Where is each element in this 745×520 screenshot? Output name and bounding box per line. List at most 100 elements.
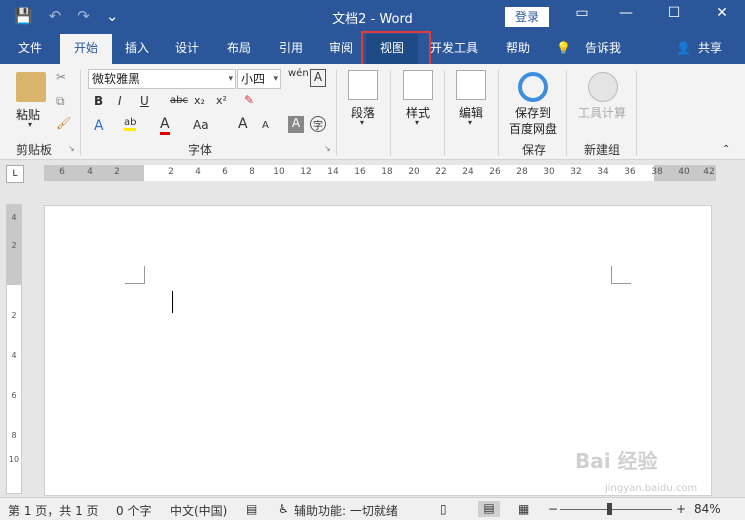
- maximize-icon[interactable]: ☐: [662, 5, 686, 21]
- ruler-tick-label: 8: [249, 167, 255, 177]
- styles-icon[interactable]: [403, 70, 433, 100]
- ruler-tick-label: 28: [516, 167, 528, 177]
- paste-dropdown-icon[interactable]: ▾: [28, 120, 32, 129]
- tool-calc-icon: [588, 72, 618, 102]
- page-count[interactable]: 第 1 页，共 1 页: [8, 502, 99, 519]
- view-tab-highlight: [361, 31, 431, 67]
- top-right-crop-mark: [611, 266, 631, 284]
- font-launcher-icon[interactable]: ↘: [324, 144, 331, 153]
- font-size-combo[interactable]: 小四 ▾: [237, 69, 281, 89]
- ribbon-display-options-icon[interactable]: ▭: [570, 5, 594, 21]
- separator: [336, 70, 337, 156]
- ruler-tick-label: 42: [703, 167, 715, 177]
- chevron-down-icon: ▾: [273, 74, 278, 84]
- chevron-down-icon: ▾: [415, 118, 420, 127]
- text-effects-icon[interactable]: A: [94, 118, 104, 134]
- close-icon[interactable]: ✕: [710, 5, 734, 21]
- baidu-watermark: Bai 经验: [575, 449, 658, 473]
- underline-button[interactable]: U: [140, 94, 149, 108]
- zoom-out-icon[interactable]: −: [548, 502, 558, 516]
- save-group-label: 保存: [521, 143, 546, 157]
- tab-selector-icon[interactable]: L: [6, 165, 24, 183]
- subscript-button[interactable]: x₂: [194, 94, 205, 107]
- lightbulb-icon: 💡: [556, 41, 571, 55]
- save-to-label[interactable]: 保存到: [515, 104, 551, 121]
- ruler-tick-label: 12: [300, 167, 312, 177]
- vruler-tick-label: 4: [11, 213, 17, 222]
- char-shading-icon[interactable]: A: [288, 116, 304, 133]
- bold-button[interactable]: B: [94, 94, 103, 108]
- tab-developer[interactable]: 开发工具: [424, 34, 484, 64]
- word-count[interactable]: 0 个字: [116, 502, 151, 519]
- ruler-tick-label: 6: [222, 167, 228, 177]
- paste-icon[interactable]: [16, 72, 46, 102]
- zoom-slider[interactable]: [560, 509, 672, 510]
- grow-font-button[interactable]: A: [238, 116, 248, 132]
- enclose-char-icon[interactable]: 字: [310, 116, 326, 132]
- italic-button[interactable]: I: [118, 94, 122, 108]
- zoom-level[interactable]: 84%: [694, 502, 721, 516]
- tab-design[interactable]: 设计: [164, 34, 210, 64]
- collapse-ribbon-icon[interactable]: ⌃: [722, 144, 730, 155]
- tab-home[interactable]: 开始: [60, 34, 112, 64]
- vruler-tick-label: 2: [11, 241, 17, 250]
- login-button[interactable]: 登录: [505, 7, 549, 27]
- font-color-icon[interactable]: A: [160, 116, 170, 135]
- chevron-down-icon: ▾: [468, 118, 473, 127]
- accessibility-icon: ♿: [278, 502, 289, 516]
- ruler-tick-label: 26: [489, 167, 501, 177]
- separator: [80, 70, 81, 156]
- format-painter-icon[interactable]: 🖌: [56, 116, 71, 130]
- separator: [636, 70, 637, 156]
- separator: [498, 70, 499, 156]
- status-bar: 第 1 页，共 1 页 0 个字 中文(中国) ▤ ♿ 辅助功能: 一切就绪 ▯…: [0, 497, 745, 520]
- read-mode-icon[interactable]: ▯: [440, 502, 447, 516]
- share-button[interactable]: 共享: [692, 34, 728, 64]
- tab-review[interactable]: 审阅: [318, 34, 364, 64]
- phonetic-guide-icon[interactable]: wén: [288, 68, 309, 79]
- tab-references[interactable]: 引用: [268, 34, 314, 64]
- baidu-cloud-icon[interactable]: [518, 72, 548, 102]
- tab-file[interactable]: 文件: [4, 34, 56, 64]
- zoom-slider-thumb[interactable]: [607, 503, 612, 515]
- strikethrough-button[interactable]: abc: [170, 95, 188, 106]
- vruler-tick-label: 2: [11, 311, 17, 320]
- superscript-button[interactable]: x²: [216, 94, 227, 107]
- separator: [444, 70, 445, 156]
- zoom-in-icon[interactable]: +: [676, 502, 686, 516]
- track-changes-icon[interactable]: ▤: [246, 502, 257, 516]
- baidu-netdisk-label[interactable]: 百度网盘: [509, 120, 557, 137]
- vertical-ruler[interactable]: 4 2 2 4 6 8 10: [6, 204, 22, 494]
- ruler-tick-label: 18: [381, 167, 393, 177]
- tool-calc-button[interactable]: 工具计算: [578, 104, 626, 121]
- web-layout-icon[interactable]: ▦: [518, 502, 529, 516]
- tab-help[interactable]: 帮助: [496, 34, 540, 64]
- tab-layout[interactable]: 布局: [216, 34, 262, 64]
- ruler-tick-label: 16: [354, 167, 366, 177]
- cut-icon[interactable]: ✂: [56, 70, 66, 84]
- vruler-tick-label: 4: [11, 351, 17, 360]
- new-group-label: 新建组: [583, 143, 620, 157]
- copy-icon[interactable]: ⧉: [56, 94, 65, 109]
- clear-formatting-icon[interactable]: ✎: [244, 93, 254, 107]
- paragraph-icon[interactable]: [348, 70, 378, 100]
- ribbon: 粘贴 ▾ ✂ ⧉ 🖌 剪贴板 ↘ 微软雅黑 ▾ 小四 ▾ wén A B I U…: [0, 64, 745, 160]
- minimize-icon[interactable]: —: [614, 5, 638, 21]
- tab-insert[interactable]: 插入: [114, 34, 160, 64]
- language-status[interactable]: 中文(中国): [170, 502, 227, 519]
- separator: [390, 70, 391, 156]
- print-layout-icon[interactable]: ▤: [478, 501, 500, 517]
- change-case-button[interactable]: Aa: [193, 118, 209, 132]
- clipboard-launcher-icon[interactable]: ↘: [68, 144, 75, 153]
- highlight-color-icon[interactable]: ab: [124, 117, 137, 131]
- font-name-combo[interactable]: 微软雅黑 ▾: [88, 69, 236, 89]
- search-icon[interactable]: [456, 70, 486, 100]
- shrink-font-button[interactable]: A: [262, 120, 269, 131]
- char-border-icon[interactable]: A: [310, 69, 326, 87]
- horizontal-ruler[interactable]: 6 4 2 2 4 6 8 10 12 14 16 18 20 22 24 26 28 30 32 34 36 38 40 4…: [44, 165, 716, 181]
- ruler-tick-label: 38: [651, 167, 663, 177]
- chevron-down-icon: ▾: [228, 74, 233, 84]
- tell-me-search[interactable]: 告诉我: [578, 34, 628, 64]
- accessibility-status[interactable]: 辅助功能: 一切就绪: [294, 502, 398, 519]
- ruler-tick-label: 4: [195, 167, 201, 177]
